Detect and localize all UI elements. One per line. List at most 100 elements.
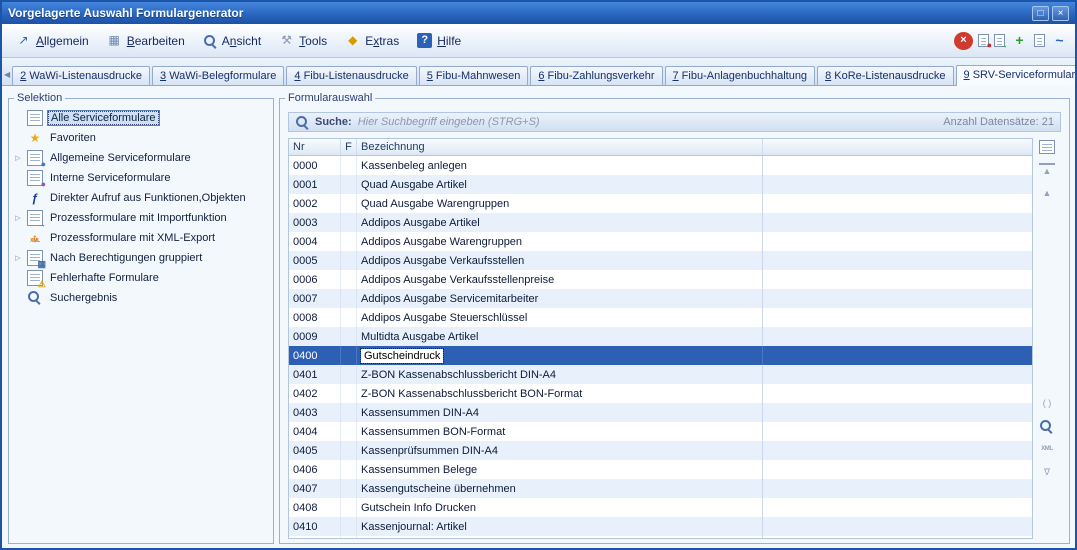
table-row-0006[interactable]: 0006 Addipos Ausgabe Verkaufsstellenpreis…: [289, 270, 1032, 289]
tab-6-fibu-zahlungsverkehr[interactable]: 6 Fibu-Zahlungsverkehr: [530, 66, 662, 85]
bezeichnung-text: Kassenjournal: Artikel: [361, 521, 467, 533]
table-row-0410[interactable]: 0410Kassenjournal: Artikel: [289, 517, 1032, 536]
cell-nr: 0400: [289, 346, 341, 365]
tree-item-allgemeine-serviceformulare[interactable]: ▷●Allgemeine Serviceformulare: [11, 148, 271, 168]
column-header-nr[interactable]: Nr: [289, 139, 341, 155]
selection-tree: Alle Serviceformulare★Favoriten▷●Allgeme…: [9, 104, 273, 312]
cell-f: [341, 289, 357, 308]
table-row-0407[interactable]: 0407Kassengutscheine übernehmen: [289, 479, 1032, 498]
table-row-0007[interactable]: 0007Addipos Ausgabe Servicemitarbeiter: [289, 289, 1032, 308]
tab-label: Fibu-Zahlungsverkehr: [544, 70, 654, 82]
tab-7-fibu-anlagenbuchhaltung[interactable]: 7 Fibu-Anlagenbuchhaltung: [665, 66, 816, 85]
bezeichnung-text: Kassenbeleg anlegen: [361, 160, 467, 172]
export-form-icon-badge: →: [999, 41, 1008, 50]
table-row-0008[interactable]: 0008Addipos Ausgabe Steuerschlüssel: [289, 308, 1032, 327]
xml-export-icon: ↑XML: [27, 230, 43, 246]
table-row-0405[interactable]: 0405Kassenprüfsummen DIN-A4: [289, 441, 1032, 460]
design-icon[interactable]: ~: [1050, 32, 1069, 50]
tree-item-direkter-aufruf-aus-funktionen-objekten[interactable]: ƒDirekter Aufruf aus Funktionen,Objekten: [11, 188, 271, 208]
cell-bezeichnung: Kassensummen BON-Format: [357, 422, 763, 441]
cell-f: [341, 460, 357, 479]
cell-f: [341, 232, 357, 251]
scroll-top-icon[interactable]: ▲: [1039, 163, 1055, 177]
tab-2-wawi-listenausdrucke[interactable]: 2 WaWi-Listenausdrucke: [12, 66, 150, 85]
tab-3-wawi-belegformulare[interactable]: 3 WaWi-Belegformulare: [152, 66, 284, 85]
tree-item-label: Suchergebnis: [47, 291, 120, 305]
tree-item-fehlerhafte-formulare[interactable]: ⚠Fehlerhafte Formulare: [11, 268, 271, 288]
tree-item-prozessformulare-mit-xml-export[interactable]: ↑XMLProzessformulare mit XML-Export: [11, 228, 271, 248]
table-row-0401[interactable]: 0401Z-BON Kassenabschlussbericht DIN-A4: [289, 365, 1032, 384]
table-row-0403[interactable]: 0403Kassensummen DIN-A4: [289, 403, 1032, 422]
new-form-icon[interactable]: +: [1010, 32, 1029, 50]
expander-icon[interactable]: ▷: [13, 154, 23, 162]
tree-item-prozessformulare-mit-importfunktion[interactable]: ▷→Prozessformulare mit Importfunktion: [11, 208, 271, 228]
expander-icon[interactable]: ▷: [13, 214, 23, 222]
cell-f: [341, 251, 357, 270]
table-row-0009[interactable]: 0009Multidta Ausgabe Artikel: [289, 327, 1032, 346]
table-row-0400[interactable]: 0400 Gutscheindruck: [289, 346, 1032, 365]
menu-item-ansicht[interactable]: Ansicht: [195, 30, 269, 52]
print-form-icon[interactable]: ●: [978, 34, 989, 47]
close-button[interactable]: ×: [1052, 6, 1069, 21]
tab-9-srv-serviceformulare[interactable]: 9 SRV-Serviceformulare: [956, 65, 1077, 86]
tree-item-nach-berechtigungen-gruppiert[interactable]: ▷▦Nach Berechtigungen gruppiert: [11, 248, 271, 268]
column-header-f[interactable]: F: [341, 139, 357, 155]
column-header-bezeichnung[interactable]: Bezeichnung: [357, 139, 763, 155]
tree-item-favoriten[interactable]: ★Favoriten: [11, 128, 271, 148]
menu-item-extras[interactable]: ◆Extras: [337, 29, 407, 52]
table-row-0000[interactable]: 0000Kassenbeleg anlegen: [289, 156, 1032, 175]
scroll-up-icon[interactable]: ▲: [1039, 186, 1055, 200]
zoom-icon[interactable]: [1039, 419, 1055, 433]
parentheses-icon[interactable]: ( ): [1039, 396, 1055, 410]
titlebar[interactable]: Vorgelagerte Auswahl Formulargenerator □…: [2, 2, 1075, 24]
table-row-0406[interactable]: 0406Kassensummen Belege: [289, 460, 1032, 479]
abort-icon[interactable]: ×: [954, 32, 973, 50]
expander-icon[interactable]: ▷: [13, 254, 23, 262]
table-row-0003[interactable]: 0003Addipos Ausgabe Artikel: [289, 213, 1032, 232]
table-row-0001[interactable]: 0001Quad Ausgabe Artikel: [289, 175, 1032, 194]
hilfe-icon: ?: [417, 33, 432, 48]
menu-item-hilfe[interactable]: ? Hilfe: [409, 29, 469, 52]
table-row-0005[interactable]: 0005 Addipos Ausgabe Verkaufsstellen: [289, 251, 1032, 270]
tab-scroll-left-button[interactable]: ◀: [4, 65, 10, 83]
menu-item-allgemein[interactable]: ↗Allgemein: [8, 29, 97, 52]
table-row-0408[interactable]: 0408Gutschein Info Drucken: [289, 498, 1032, 517]
bezeichnung-text: Addipos Ausgabe Artikel: [361, 217, 480, 229]
cell-bezeichnung: Kassenbelegübersicht: [357, 536, 763, 539]
internal-forms-icon-badge: ●: [41, 180, 46, 189]
search-label: Suche:: [315, 116, 352, 128]
cell-bezeichnung: Addipos Ausgabe Verkaufsstellenpreise: [357, 270, 763, 289]
tab-8-kore-listenausdrucke[interactable]: 8 KoRe-Listenausdrucke: [817, 66, 953, 85]
cell-f: [341, 384, 357, 403]
tree-item-label: Favoriten: [47, 131, 99, 145]
formularauswahl-legend: Formularauswahl: [285, 92, 375, 104]
cell-bezeichnung: Kassenjournal: Artikel: [357, 517, 763, 536]
empty-form-icon[interactable]: [1034, 34, 1045, 47]
maximize-button[interactable]: □: [1032, 6, 1049, 21]
menu-item-label: Hilfe: [437, 34, 461, 48]
cell-nr: 0005: [289, 251, 341, 270]
search-input[interactable]: [358, 116, 938, 128]
table-row-0002[interactable]: 0002Quad Ausgabe Warengruppen: [289, 194, 1032, 213]
column-chooser-icon[interactable]: [1039, 140, 1055, 154]
table-row-0004[interactable]: 0004Addipos Ausgabe Warengruppen: [289, 232, 1032, 251]
menu-item-bearbeiten[interactable]: ▦Bearbeiten: [99, 29, 193, 52]
tree-item-interne-serviceformulare[interactable]: ●Interne Serviceformulare: [11, 168, 271, 188]
menu-item-tools[interactable]: ⚒Tools: [271, 29, 335, 52]
inline-edit-box[interactable]: Gutscheindruck: [361, 349, 443, 363]
tree-item-suchergebnis[interactable]: Suchergebnis: [11, 288, 271, 308]
xml-view-icon[interactable]: XML: [1039, 442, 1055, 456]
tree-item-alle-serviceformulare[interactable]: Alle Serviceformulare: [11, 108, 271, 128]
table-row-0402[interactable]: 0402Z-BON Kassenabschlussbericht BON-For…: [289, 384, 1032, 403]
filter-icon[interactable]: ∇: [1039, 465, 1055, 479]
cell-bezeichnung: Addipos Ausgabe Verkaufsstellen: [357, 251, 763, 270]
permissions-group-icon-badge: ▦: [37, 260, 46, 269]
tab-5-fibu-mahnwesen[interactable]: 5 Fibu-Mahnwesen: [419, 66, 529, 85]
table-row-0411[interactable]: 0411Kassenbelegübersicht: [289, 536, 1032, 539]
cell-nr: 0006: [289, 270, 341, 289]
table-row-0404[interactable]: 0404Kassensummen BON-Format: [289, 422, 1032, 441]
cell-f: [341, 156, 357, 175]
search-result-icon: [27, 290, 43, 306]
tab-4-fibu-listenausdrucke[interactable]: 4 Fibu-Listenausdrucke: [286, 66, 416, 85]
export-form-icon[interactable]: →: [994, 34, 1005, 47]
